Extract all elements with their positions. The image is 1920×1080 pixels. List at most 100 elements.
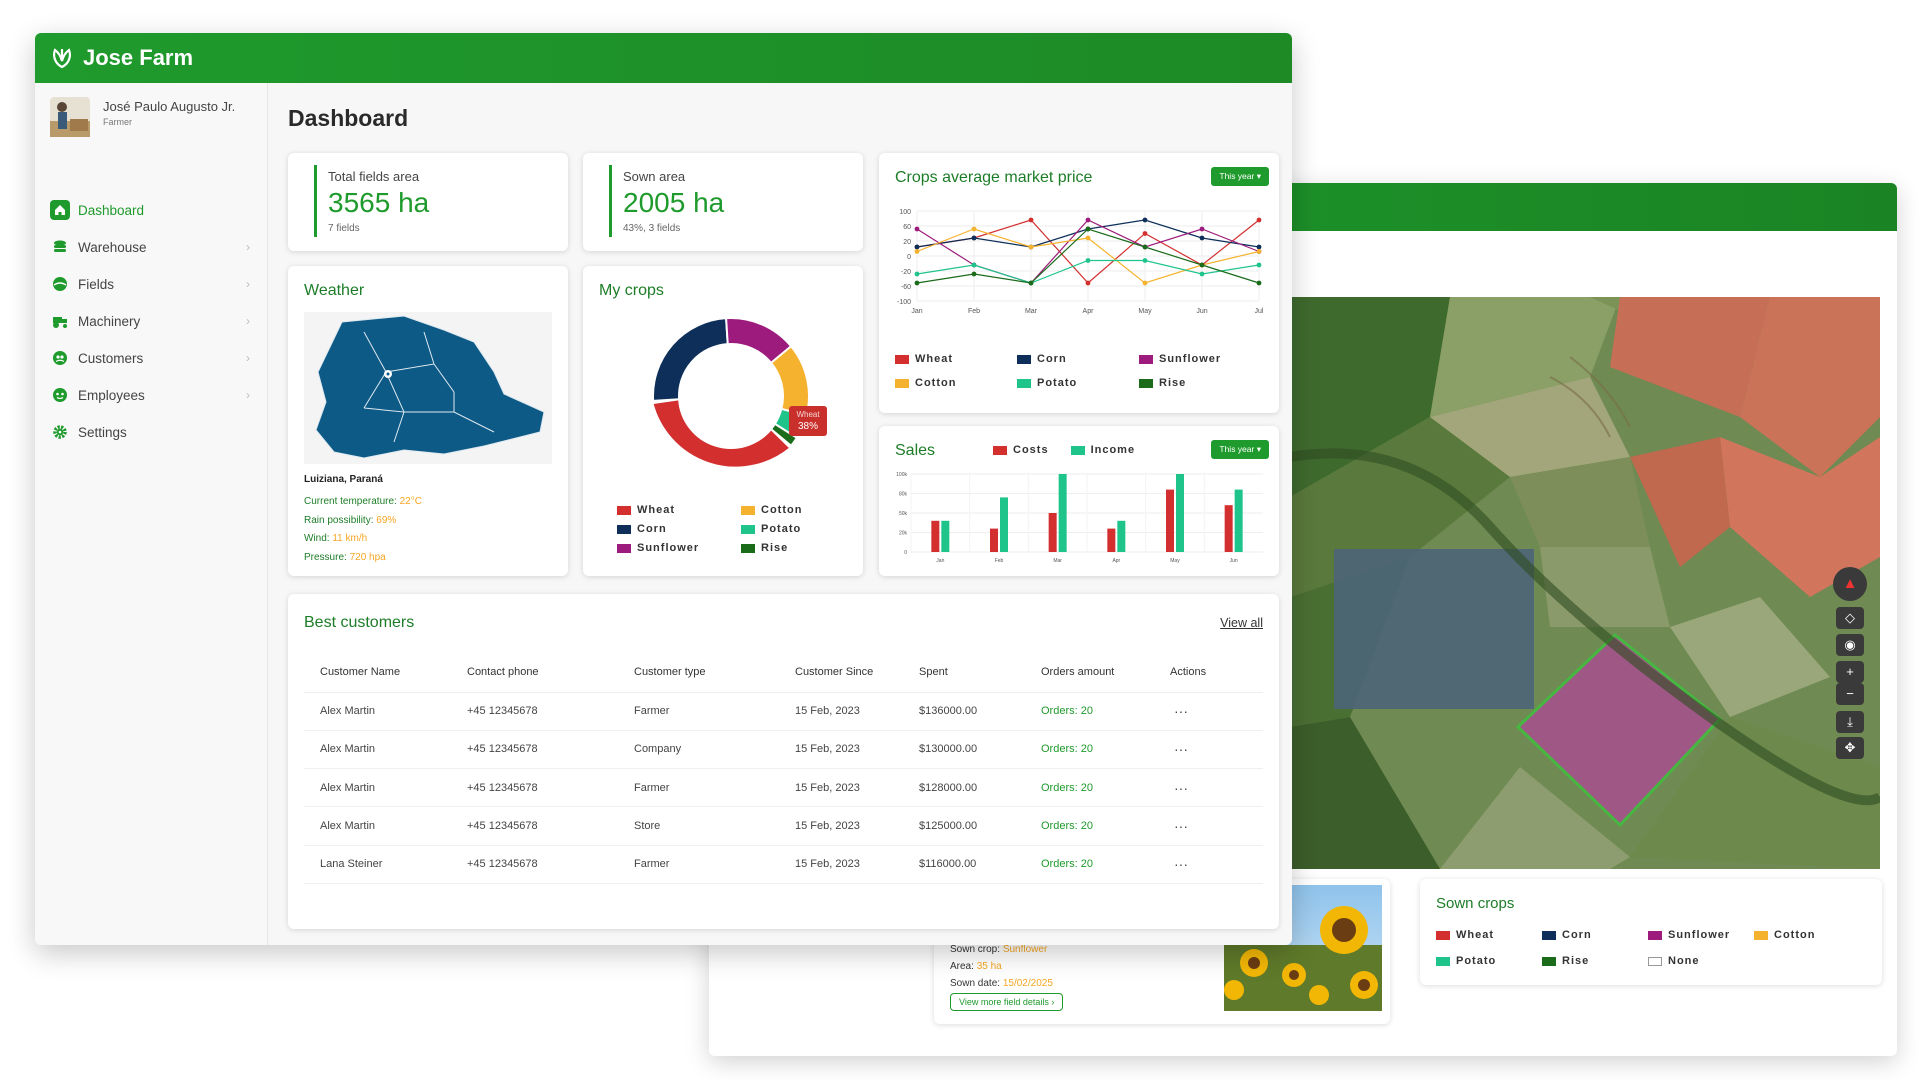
- sales-period-select[interactable]: This year ▾: [1211, 440, 1269, 459]
- home-icon: [50, 200, 70, 220]
- series-point-rise: [971, 271, 977, 277]
- sidebar-item-machinery[interactable]: Machinery ›: [50, 308, 250, 334]
- x-tick-label: Jun: [1230, 558, 1238, 564]
- app-header: Jose Farm: [35, 33, 1292, 83]
- legend-item: Income: [1070, 444, 1136, 456]
- stat-value: 3565 ha: [328, 187, 430, 218]
- chevron-right-icon: ›: [246, 240, 250, 254]
- accent-bar: [314, 165, 317, 237]
- legend-label: Corn: [637, 523, 667, 535]
- warehouse-icon: [50, 237, 70, 257]
- table-cell: Farmer: [634, 858, 670, 871]
- table-cell: $125000.00: [919, 820, 978, 833]
- bar-income: [1000, 497, 1008, 552]
- field-detail-label: Area:: [950, 961, 974, 972]
- stat-label: Total fields area: [328, 169, 420, 184]
- weather-rows: Current temperature: 22°C Rain possibili…: [304, 493, 422, 567]
- sown-crops-title: Sown crops: [1436, 895, 1515, 912]
- page-title: Dashboard: [288, 105, 409, 131]
- bar-income: [1234, 489, 1243, 552]
- series-point-rise: [1256, 280, 1262, 286]
- row-actions-button[interactable]: ···: [1170, 807, 1263, 845]
- column-header[interactable]: Orders amount: [1041, 652, 1170, 692]
- column-header[interactable]: Actions: [1170, 652, 1263, 692]
- weather-title: Weather: [304, 282, 365, 299]
- zoom-in-icon[interactable]: +: [1836, 661, 1864, 683]
- view-field-details-button[interactable]: View more field details ›: [950, 993, 1064, 1011]
- column-header[interactable]: Spent: [919, 652, 1041, 692]
- bar-costs: [990, 528, 998, 552]
- sidebar-item-warehouse[interactable]: Warehouse ›: [50, 234, 250, 260]
- sidebar-item-settings[interactable]: Settings: [50, 419, 250, 445]
- table-cell: Lana Steiner: [320, 858, 383, 871]
- row-actions-button[interactable]: ···: [1170, 845, 1263, 883]
- legend-item: Cotton: [1754, 929, 1854, 941]
- table-cell: $136000.00: [919, 705, 978, 718]
- sown-area-card: Sown area 2005 ha 43%, 3 fields: [583, 153, 863, 251]
- series-point-cotton: [914, 249, 920, 254]
- table-row[interactable]: Alex Martin +45 12345678 Farmer 15 Feb, 202…: [304, 692, 1263, 731]
- zoom-out-icon[interactable]: −: [1836, 683, 1864, 705]
- y-tick-label: 50k: [899, 511, 908, 517]
- weather-value: 720 hpa: [349, 551, 386, 563]
- row-actions-button[interactable]: ···: [1170, 769, 1263, 807]
- sidebar-item-label: Customers: [78, 350, 144, 366]
- stat-sub: 7 fields: [328, 223, 360, 234]
- legend-item: Wheat: [617, 504, 741, 516]
- sales-card: Sales Costs Income This year ▾ 100k 80k 50…: [879, 426, 1279, 576]
- x-tick-label: May: [1170, 558, 1180, 564]
- sidebar-item-employees[interactable]: Employees ›: [50, 382, 250, 408]
- column-header[interactable]: Contact phone: [467, 652, 634, 692]
- row-actions-button[interactable]: ···: [1170, 730, 1263, 768]
- column-header[interactable]: Customer Name: [304, 652, 467, 692]
- sales-title: Sales: [895, 442, 936, 459]
- sown-crops-card: Sown crops Wheat Corn Sunflower Cotton P…: [1420, 879, 1882, 985]
- bar-income: [1058, 474, 1067, 552]
- avatar[interactable]: [50, 97, 90, 137]
- column-header[interactable]: Customer type: [634, 652, 795, 692]
- market-price-line-chart[interactable]: 100 60 20 0 -20 -60 -100Jan Feb Mar Apr May Jun Jul: [887, 205, 1271, 330]
- sown-crops-legend: Wheat Corn Sunflower Cotton Potato Rise …: [1436, 929, 1854, 967]
- table-row[interactable]: Alex Martin +45 12345678 Store 15 Feb, 2023…: [304, 807, 1263, 846]
- bar-costs: [1048, 513, 1057, 552]
- download-icon[interactable]: ⤓: [1836, 711, 1864, 733]
- x-tick-label: Feb: [995, 558, 1004, 564]
- table-cell: Alex Martin: [320, 781, 376, 794]
- column-header[interactable]: Customer Since: [795, 652, 919, 692]
- table-cell: $130000.00: [919, 743, 978, 756]
- table-cell: +45 12345678: [467, 858, 538, 871]
- series-point-corn: [971, 235, 977, 241]
- period-select[interactable]: This year ▾: [1211, 167, 1269, 186]
- x-tick-label: Jan: [936, 558, 944, 564]
- sidebar-item-fields[interactable]: Fields ›: [50, 271, 250, 297]
- legend-item: None: [1648, 955, 1754, 967]
- orders-amount: Orders: 20: [1041, 743, 1093, 756]
- sidebar-item-customers[interactable]: Customers ›: [50, 345, 250, 371]
- satellite-map[interactable]: ▲ ◇ ◉ + − ⤓ ✥: [1290, 297, 1880, 869]
- market-price-title: Crops average market price: [895, 169, 1093, 186]
- weather-map[interactable]: [304, 312, 552, 464]
- x-tick-label: Jun: [1196, 308, 1207, 315]
- sidebar-item-label: Fields: [78, 276, 115, 292]
- legend-label: Corn: [1562, 929, 1592, 941]
- compass-icon[interactable]: ▲: [1833, 567, 1867, 601]
- x-tick-label: Feb: [968, 308, 980, 315]
- table-row[interactable]: Alex Martin +45 12345678 Company 15 Feb, 20…: [304, 730, 1263, 769]
- view-all-link[interactable]: View all: [1220, 616, 1263, 630]
- sidebar-item-dashboard[interactable]: Dashboard: [50, 197, 250, 223]
- series-point-wheat: [1256, 217, 1262, 223]
- legend-item: Corn: [1017, 353, 1139, 365]
- legend-label: Sunflower: [1668, 929, 1731, 941]
- table-row[interactable]: Lana Steiner +45 12345678 Farmer 15 Feb, 20…: [304, 845, 1263, 884]
- locate-icon[interactable]: ◉: [1836, 634, 1864, 656]
- table-row[interactable]: Alex Martin +45 12345678 Farmer 15 Feb, 202…: [304, 769, 1263, 807]
- y-tick-label: -100: [897, 299, 911, 306]
- table-cell: Alex Martin: [320, 705, 376, 718]
- move-icon[interactable]: ✥: [1836, 737, 1864, 759]
- legend-item: Rise: [1139, 377, 1261, 389]
- layers-icon[interactable]: ◇: [1836, 607, 1864, 629]
- sales-bar-chart[interactable]: 100k 80k 50k 20k 0 Jan Feb Mar Apr May Jun: [887, 468, 1271, 572]
- row-actions-button[interactable]: ···: [1170, 692, 1263, 730]
- orders-amount: Orders: 20: [1041, 858, 1093, 871]
- crops-donut-chart[interactable]: [623, 304, 843, 494]
